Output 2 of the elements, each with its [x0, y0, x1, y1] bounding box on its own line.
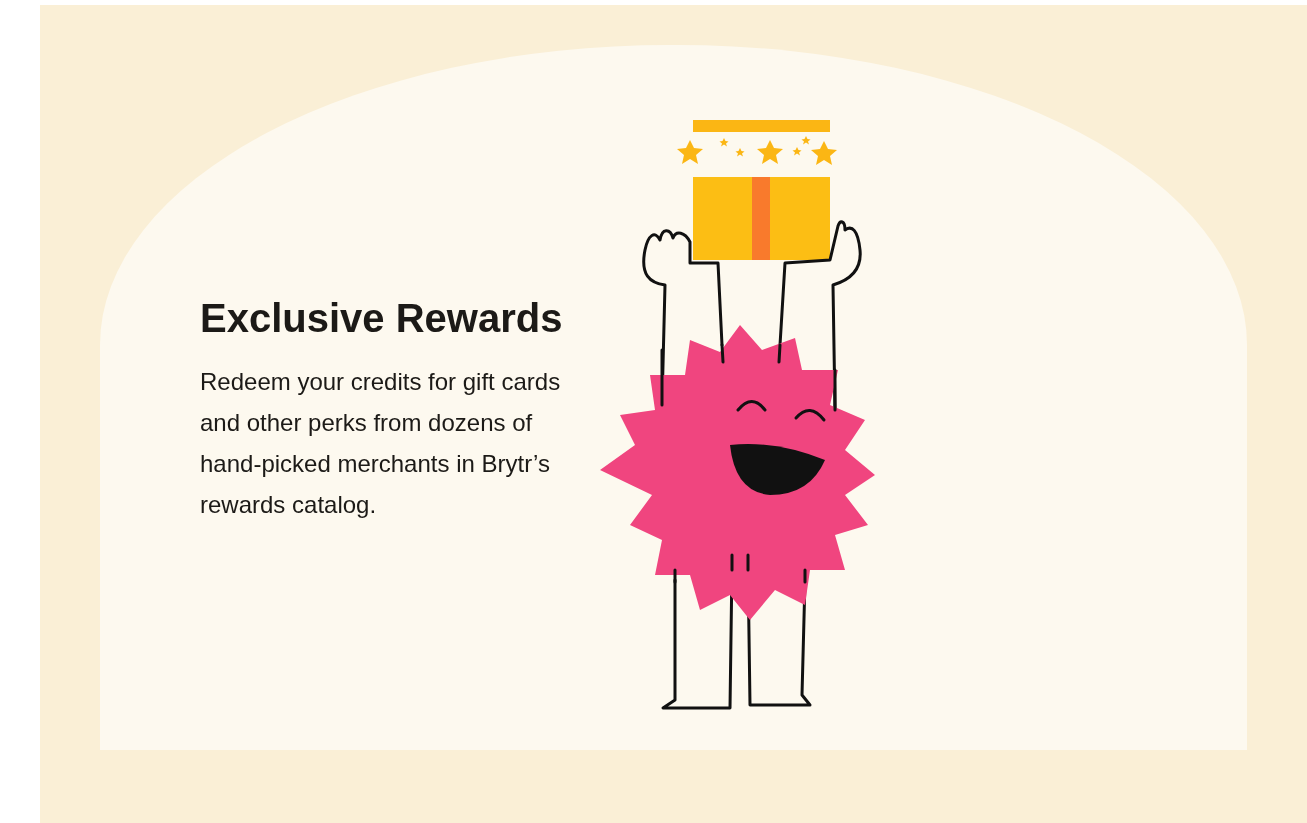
heading: Exclusive Rewards	[200, 295, 564, 342]
description: Redeem your credits for gift cards and other perks from dozens of hand-picked merchants in Brytr’s rewards catalog.	[200, 367, 562, 520]
